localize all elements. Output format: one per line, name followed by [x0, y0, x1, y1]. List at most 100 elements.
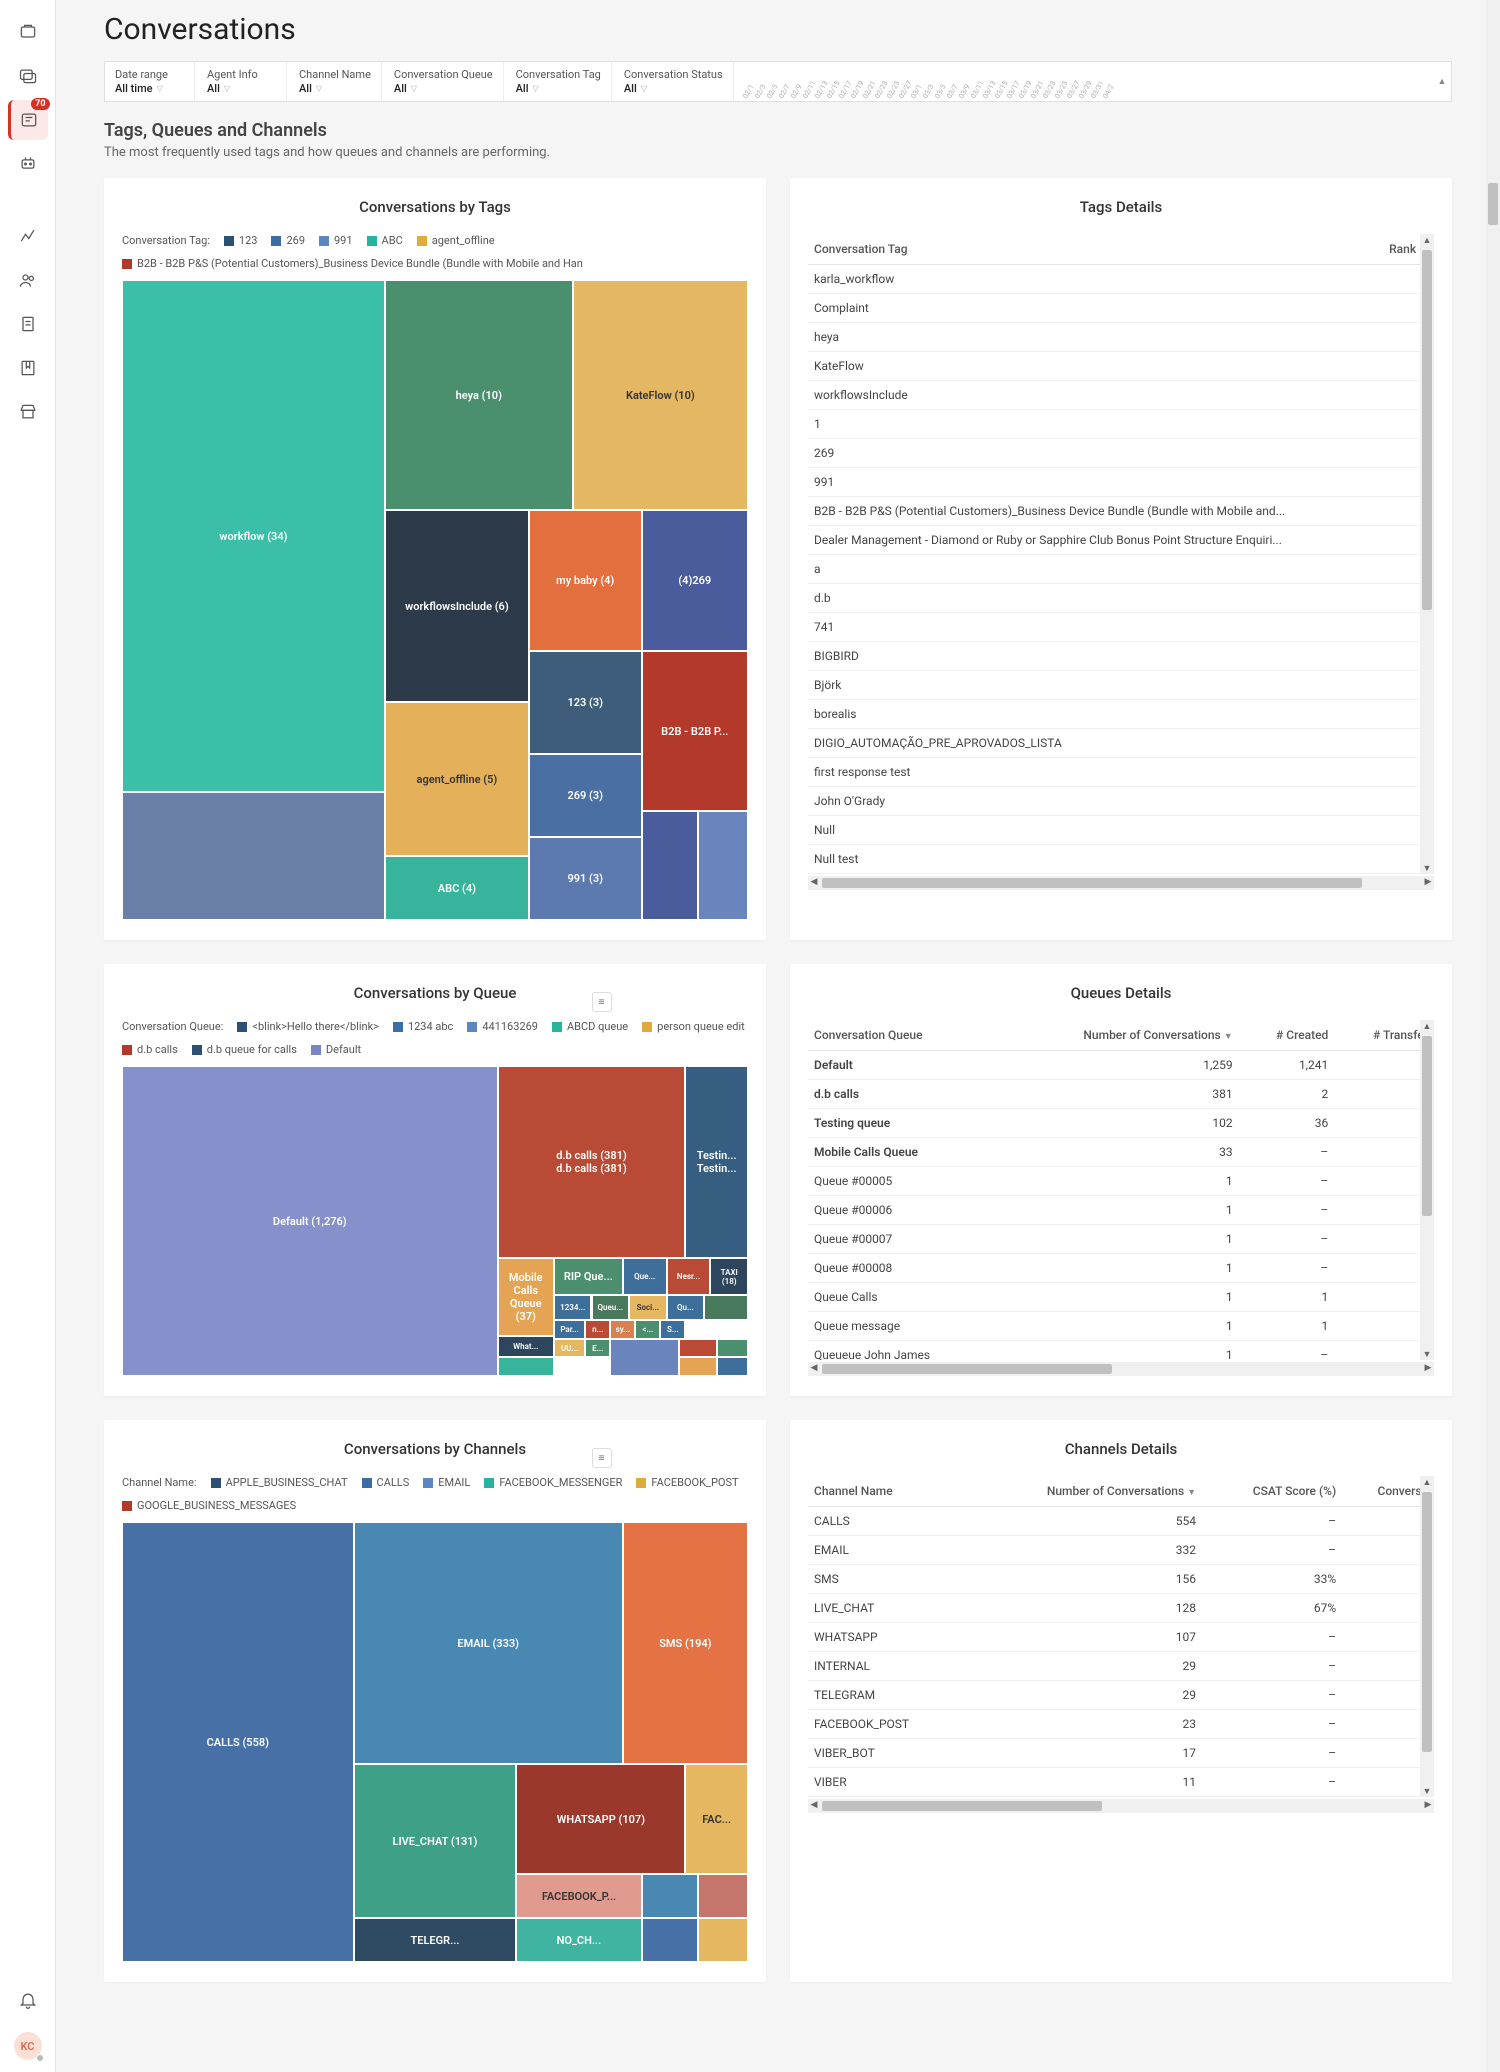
treemap-cell[interactable]: [698, 811, 748, 920]
table-row[interactable]: borealis: [808, 700, 1434, 729]
channels-chart-menu[interactable]: ≡: [592, 1448, 612, 1468]
treemap-cell[interactable]: Soci...: [629, 1295, 667, 1320]
table-row[interactable]: John O'Grady: [808, 787, 1434, 816]
table-row[interactable]: SMS15633%: [808, 1565, 1434, 1594]
treemap-cell[interactable]: Par...: [554, 1320, 585, 1339]
filter-date-range[interactable]: Date rangeAll time ▽: [105, 62, 195, 101]
treemap-cell[interactable]: B2B - B2B P...: [642, 651, 748, 811]
treemap-cell[interactable]: workflowsInclude (6): [385, 510, 529, 702]
table-row[interactable]: Queue message11: [808, 1312, 1434, 1341]
treemap-cell[interactable]: Queu...: [592, 1295, 630, 1320]
treemap-cell[interactable]: [717, 1357, 748, 1376]
sidebar-nav-4[interactable]: [8, 144, 48, 184]
legend-item[interactable]: EMAIL: [423, 1476, 470, 1489]
treemap-cell[interactable]: d.b calls (381)d.b calls (381): [498, 1066, 686, 1258]
treemap-cell[interactable]: 123 (3): [529, 651, 642, 753]
treemap-cell[interactable]: What...: [498, 1336, 554, 1358]
table-row[interactable]: LIVE_CHAT12867%: [808, 1594, 1434, 1623]
treemap-cell[interactable]: workflow (34): [122, 280, 385, 792]
treemap-cell[interactable]: LIVE_CHAT (131): [354, 1764, 517, 1918]
legend-item[interactable]: CALLS: [362, 1476, 410, 1489]
table-row[interactable]: Complaint: [808, 294, 1434, 323]
legend-item[interactable]: 269: [271, 234, 305, 247]
sidebar-nav-clipboard[interactable]: [8, 304, 48, 344]
tags-hscroll[interactable]: ◀ ▶: [808, 876, 1434, 890]
treemap-channels[interactable]: CALLS (558)EMAIL (333)SMS (194) LIVE_CHAT…: [122, 1522, 748, 1962]
sidebar-nav-people[interactable]: [8, 260, 48, 300]
treemap-cell[interactable]: [610, 1339, 679, 1376]
treemap-cell[interactable]: S...: [660, 1320, 685, 1339]
table-row[interactable]: Mobile Calls Queue33–: [808, 1138, 1434, 1167]
queues-hscroll[interactable]: ◀ ▶: [808, 1362, 1434, 1376]
legend-item[interactable]: 1234 abc: [393, 1020, 453, 1033]
table-row[interactable]: Queue Calls11: [808, 1283, 1434, 1312]
treemap-cell[interactable]: [704, 1295, 748, 1320]
treemap-cell[interactable]: 991 (3): [529, 837, 642, 920]
table-row[interactable]: Queue #000071–: [808, 1225, 1434, 1254]
legend-item[interactable]: ABCD queue: [552, 1020, 628, 1033]
table-row[interactable]: first response test: [808, 758, 1434, 787]
legend-item[interactable]: ABC: [367, 234, 403, 247]
treemap-cell[interactable]: [679, 1357, 717, 1376]
table-row[interactable]: Queueue John James1–: [808, 1341, 1434, 1361]
table-row[interactable]: 1: [808, 410, 1434, 439]
treemap-cell[interactable]: n...: [585, 1320, 610, 1339]
treemap-cell[interactable]: E...: [585, 1339, 610, 1358]
treemap-cell[interactable]: RIP Que...: [554, 1258, 623, 1295]
table-row[interactable]: Null test: [808, 845, 1434, 874]
treemap-cell[interactable]: EMAIL (333): [354, 1522, 623, 1764]
treemap-cell[interactable]: [642, 1874, 698, 1918]
legend-item[interactable]: person queue edit: [642, 1020, 745, 1033]
tags-vscroll[interactable]: ▲ ▼: [1420, 234, 1434, 874]
filter-conversation-tag[interactable]: Conversation TagAll ▽: [506, 62, 612, 101]
legend-item[interactable]: GOOGLE_BUSINESS_MESSAGES: [122, 1499, 296, 1512]
treemap-cell[interactable]: [642, 1918, 698, 1962]
treemap-queues[interactable]: Default (1,276)d.b calls (381)d.b calls …: [122, 1066, 748, 1376]
queues-table[interactable]: Conversation Queue Number of Conversatio…: [808, 1020, 1434, 1360]
timeline-scroll-up[interactable]: ▲: [1433, 62, 1451, 101]
legend-item[interactable]: 441163269: [467, 1020, 538, 1033]
table-row[interactable]: Björk: [808, 671, 1434, 700]
table-row[interactable]: Queue #000051–: [808, 1167, 1434, 1196]
table-row[interactable]: workflowsInclude: [808, 381, 1434, 410]
treemap-cell[interactable]: Nesr...: [667, 1258, 711, 1295]
treemap-cell[interactable]: SMS (194): [623, 1522, 748, 1764]
channels-hscroll[interactable]: ◀ ▶: [808, 1799, 1434, 1813]
sidebar-nav-store[interactable]: [8, 392, 48, 432]
treemap-cell[interactable]: agent_offline (5): [385, 702, 529, 856]
legend-item[interactable]: d.b queue for calls: [192, 1043, 297, 1056]
date-timeline[interactable]: 02/102/302/502/702/902/1102/1302/1502/17…: [736, 62, 1431, 101]
treemap-cell[interactable]: (4)269: [642, 510, 748, 651]
treemap-cell[interactable]: heya (10): [385, 280, 573, 510]
treemap-cell[interactable]: CALLS (558): [122, 1522, 354, 1962]
table-row[interactable]: Queue #000081–: [808, 1254, 1434, 1283]
legend-item[interactable]: FACEBOOK_POST: [636, 1476, 738, 1489]
legend-item[interactable]: 991: [319, 234, 353, 247]
table-row[interactable]: Queue #000061–: [808, 1196, 1434, 1225]
treemap-cell[interactable]: TAXI (18): [710, 1258, 748, 1295]
table-row[interactable]: Null: [808, 816, 1434, 845]
table-row[interactable]: d.b: [808, 584, 1434, 613]
table-row[interactable]: TELEGRAM29–: [808, 1681, 1434, 1710]
table-row[interactable]: INTERNAL29–: [808, 1652, 1434, 1681]
table-row[interactable]: d.b calls3812: [808, 1080, 1434, 1109]
table-row[interactable]: WHATSAPP107–: [808, 1623, 1434, 1652]
legend-item[interactable]: d.b calls: [122, 1043, 178, 1056]
treemap-cell[interactable]: sy...: [610, 1320, 635, 1339]
legend-item[interactable]: FACEBOOK_MESSENGER: [484, 1476, 622, 1489]
sidebar-nav-bookmark[interactable]: [8, 348, 48, 388]
table-row[interactable]: DIGIO_AUTOMAÇÃO_PRE_APROVADOS_LISTA: [808, 729, 1434, 758]
table-row[interactable]: FACEBOOK_POST23–: [808, 1710, 1434, 1739]
treemap-cell[interactable]: Qu...: [667, 1295, 705, 1320]
treemap-cell[interactable]: 1234...: [554, 1295, 592, 1320]
table-row[interactable]: 269: [808, 439, 1434, 468]
filter-conversation-queue[interactable]: Conversation QueueAll ▽: [384, 62, 504, 101]
legend-item[interactable]: APPLE_BUSINESS_CHAT: [211, 1476, 348, 1489]
treemap-cell[interactable]: Default (1,276): [122, 1066, 498, 1376]
sidebar-nav-1[interactable]: [8, 12, 48, 52]
treemap-cell[interactable]: [498, 1357, 554, 1376]
table-row[interactable]: 991: [808, 468, 1434, 497]
treemap-cell[interactable]: [642, 811, 698, 920]
table-row[interactable]: VIBER11–: [808, 1768, 1434, 1797]
legend-item[interactable]: <blink>Hello there</blink>: [237, 1020, 379, 1033]
